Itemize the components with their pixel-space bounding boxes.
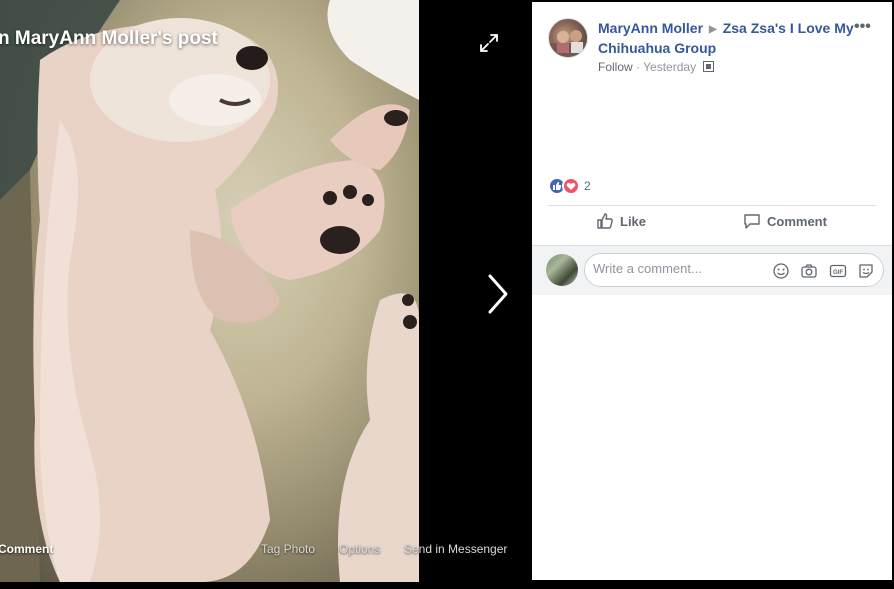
like-label: Like xyxy=(620,214,647,229)
post-timestamp[interactable]: Yesterday xyxy=(643,60,696,74)
svg-text:GIF: GIF xyxy=(833,270,843,276)
love-reaction-icon xyxy=(562,177,580,195)
tag-photo-link[interactable]: Tag Photo xyxy=(261,542,315,556)
chevron-right-icon[interactable] xyxy=(484,270,512,318)
expand-icon[interactable] xyxy=(478,32,500,54)
reactions-divider xyxy=(548,205,876,206)
camera-icon[interactable] xyxy=(800,262,818,280)
dog-photo-illustration xyxy=(0,0,419,582)
emoji-icon[interactable] xyxy=(772,262,790,280)
composer-icons: GIF xyxy=(766,262,875,280)
group-privacy-icon xyxy=(703,61,715,72)
follow-link[interactable]: Follow xyxy=(598,60,633,74)
viewer-avatar xyxy=(546,254,578,286)
like-button[interactable]: Like xyxy=(596,212,646,240)
photo-viewer: n MaryAnn Moller's post Comment Tag Phot… xyxy=(0,0,532,582)
reaction-count: 2 xyxy=(584,179,591,193)
sticker-icon[interactable] xyxy=(857,262,875,280)
meta-separator: · xyxy=(632,60,644,74)
comment-composer: GIF xyxy=(532,245,892,295)
comment-input-box[interactable]: GIF xyxy=(584,253,884,287)
post-side-panel: MaryAnn Moller ▶ Zsa Zsa's I Love My Chihu… xyxy=(532,2,892,580)
options-link[interactable]: Options xyxy=(339,542,380,556)
comment-label: Comment xyxy=(767,214,827,229)
author-avatar[interactable] xyxy=(548,18,588,58)
send-in-messenger-link[interactable]: Send in Messenger xyxy=(404,542,507,556)
post-header: MaryAnn Moller ▶ Zsa Zsa's I Love My Chihu… xyxy=(598,19,868,58)
photo-viewer-title: n MaryAnn Moller's post xyxy=(0,28,218,49)
photo-comment-link[interactable]: Comment xyxy=(0,542,53,556)
comment-button[interactable]: Comment xyxy=(743,212,827,240)
post-photo[interactable] xyxy=(0,0,419,582)
caret-right-icon: ▶ xyxy=(709,24,717,35)
thumbs-up-icon xyxy=(597,213,613,229)
post-meta: Follow · Yesterday xyxy=(598,60,715,74)
comment-bubble-icon xyxy=(744,214,760,229)
avatar-photo xyxy=(549,30,587,57)
photo-actions-bar: Comment Tag Photo Options Send in Messen… xyxy=(0,540,532,560)
gif-icon[interactable]: GIF xyxy=(829,262,847,280)
author-name-link[interactable]: MaryAnn Moller xyxy=(598,20,703,36)
comment-input[interactable] xyxy=(593,261,773,276)
more-options-icon[interactable]: ••• xyxy=(854,18,871,36)
